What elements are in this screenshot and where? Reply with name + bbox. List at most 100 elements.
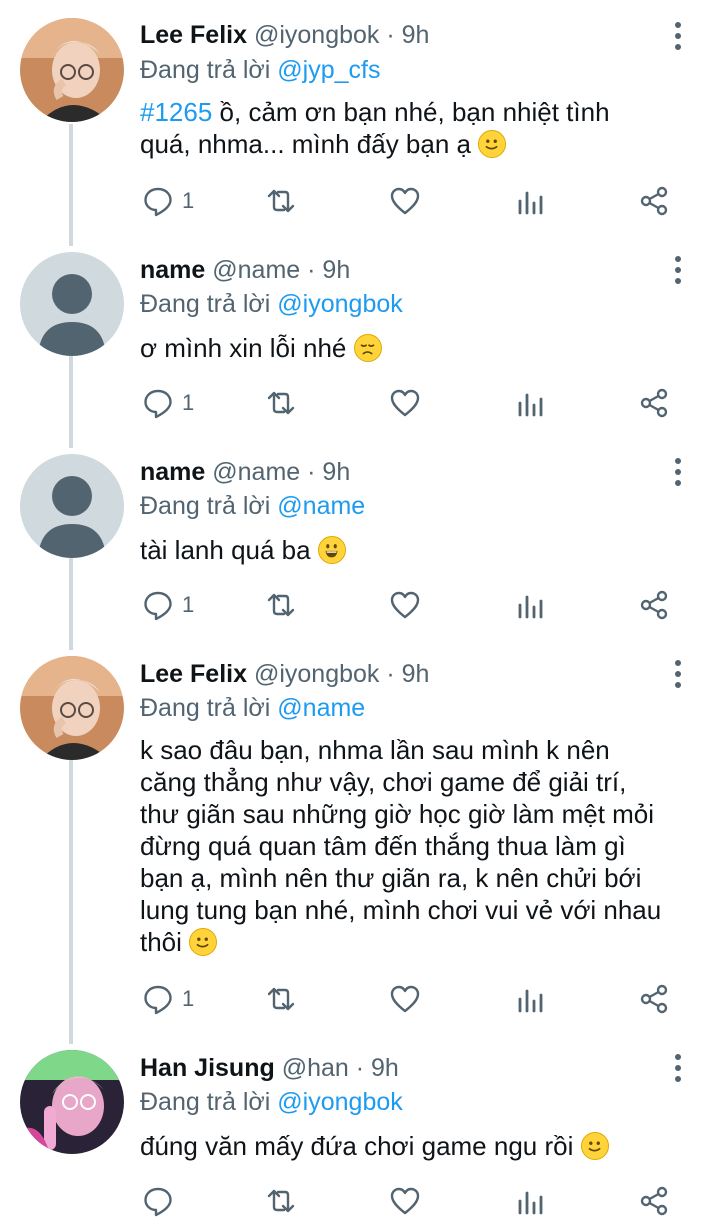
more-options-icon[interactable] xyxy=(662,18,694,54)
reply-button[interactable]: 1 xyxy=(142,588,194,622)
reply-button[interactable]: 1 xyxy=(142,982,194,1016)
share-button[interactable] xyxy=(638,588,670,622)
share-button[interactable] xyxy=(638,184,670,218)
timestamp[interactable]: · 9h xyxy=(307,256,350,284)
tweet[interactable]: Lee Felix @iyongbok · 9h Đang trả lời @n… xyxy=(0,650,720,1044)
mention-link[interactable]: @iyongbok xyxy=(277,1088,402,1116)
tweet[interactable]: Lee Felix @iyongbok · 9h Đang trả lời @j… xyxy=(0,0,720,246)
tweet-text-line: bạn ạ, mình nên thư giãn ra, k nên chửi … xyxy=(140,863,642,893)
more-options-icon[interactable] xyxy=(662,656,694,692)
replying-to: Đang trả lời @iyongbok xyxy=(140,289,403,319)
share-icon xyxy=(640,1186,668,1216)
analytics-button[interactable] xyxy=(515,386,547,420)
user-name[interactable]: Han Jisung xyxy=(140,1054,275,1082)
reply-icon xyxy=(144,389,172,419)
replying-to: Đang trả lời @name xyxy=(140,693,365,723)
reply-icon xyxy=(144,591,172,621)
reply-count: 1 xyxy=(182,592,195,617)
heart-icon xyxy=(390,1187,420,1215)
replying-to: Đang trả lời @iyongbok xyxy=(140,1087,403,1117)
timestamp[interactable]: · 9h xyxy=(386,660,429,688)
reply-button[interactable]: 1 xyxy=(142,386,194,420)
mention-link[interactable]: @jyp_cfs xyxy=(277,56,380,84)
analytics-button[interactable] xyxy=(515,588,547,622)
avatar[interactable] xyxy=(20,454,124,558)
user-handle[interactable]: @iyongbok xyxy=(254,21,379,49)
retweet-button[interactable] xyxy=(265,1184,297,1218)
tweet[interactable]: name @name · 9h Đang trả lời @iyongbok ơ… xyxy=(0,246,720,448)
tweet-text-line: thư giãn sau những giờ học giờ làm mệt m… xyxy=(140,799,655,829)
more-options-icon[interactable] xyxy=(662,454,694,490)
user-name[interactable]: Lee Felix xyxy=(140,21,247,49)
share-button[interactable] xyxy=(638,1184,670,1218)
user-handle[interactable]: @iyongbok xyxy=(254,660,379,688)
retweet-button[interactable] xyxy=(265,386,297,420)
analytics-button[interactable] xyxy=(515,1184,547,1218)
reply-count: 1 xyxy=(182,188,195,213)
like-button[interactable] xyxy=(389,1184,421,1218)
user-name[interactable]: name xyxy=(140,458,205,486)
retweet-button[interactable] xyxy=(265,982,297,1016)
reply-button[interactable]: 1 xyxy=(142,184,194,218)
like-button[interactable] xyxy=(389,588,421,622)
replying-to: Đang trả lời @jyp_cfs xyxy=(140,55,380,85)
tweet[interactable]: name @name · 9h Đang trả lời @name tài l… xyxy=(0,448,720,650)
user-name[interactable]: Lee Felix xyxy=(140,660,247,688)
user-handle[interactable]: @han xyxy=(282,1054,349,1082)
retweet-button[interactable] xyxy=(265,588,297,622)
retweet-button[interactable] xyxy=(265,184,297,218)
heart-icon xyxy=(390,187,420,215)
tweet-text: ơ mình xin lỗi nhé xyxy=(140,332,700,364)
like-button[interactable] xyxy=(389,184,421,218)
like-button[interactable] xyxy=(389,982,421,1016)
reply-prefix: Đang trả lời xyxy=(140,1088,271,1116)
action-bar: 1 xyxy=(0,386,720,420)
like-button[interactable] xyxy=(389,386,421,420)
action-bar: 1 xyxy=(0,982,720,1016)
tweet-text: tài lanh quá ba xyxy=(140,534,700,566)
mention-link[interactable]: @name xyxy=(277,694,365,722)
share-icon xyxy=(640,590,668,620)
reply-prefix: Đang trả lời xyxy=(140,290,271,318)
tweet-header: name @name · 9h xyxy=(140,255,350,285)
share-icon xyxy=(640,984,668,1014)
reply-icon xyxy=(144,187,172,217)
tweet-text-content: tài lanh quá ba xyxy=(140,535,311,565)
more-options-icon[interactable] xyxy=(662,252,694,288)
avatar[interactable] xyxy=(20,252,124,356)
avatar[interactable] xyxy=(20,18,124,122)
reply-button[interactable] xyxy=(142,1184,182,1218)
action-bar: 1 xyxy=(0,588,720,622)
hashtag-link[interactable]: #1265 xyxy=(140,97,212,127)
disappointed-face-icon xyxy=(353,334,382,362)
share-button[interactable] xyxy=(638,982,670,1016)
reply-icon xyxy=(144,985,172,1015)
share-icon xyxy=(640,388,668,418)
share-button[interactable] xyxy=(638,386,670,420)
analytics-button[interactable] xyxy=(515,184,547,218)
tweet[interactable]: Han Jisung @han · 9h Đang trả lời @iyong… xyxy=(0,1044,720,1230)
tweet-text-line: #1265 ồ, cảm ơn bạn nhé, bạn nhiệt tình xyxy=(140,96,700,128)
tweet-header: Lee Felix @iyongbok · 9h xyxy=(140,20,429,50)
mention-link[interactable]: @iyongbok xyxy=(277,290,402,318)
timestamp[interactable]: · 9h xyxy=(356,1054,399,1082)
retweet-icon xyxy=(267,189,295,213)
analytics-icon xyxy=(518,191,543,215)
avatar[interactable] xyxy=(20,656,124,760)
reply-prefix: Đang trả lời xyxy=(140,56,271,84)
tweet-text-line: quá, nhma... mình đấy bạn ạ xyxy=(140,128,700,160)
timestamp[interactable]: · 9h xyxy=(307,458,350,486)
more-options-icon[interactable] xyxy=(662,1050,694,1086)
user-name[interactable]: name xyxy=(140,256,205,284)
analytics-button[interactable] xyxy=(515,982,547,1016)
avatar[interactable] xyxy=(20,1050,124,1154)
tweet-text-line: k sao đâu bạn, nhma lần sau mình k nên xyxy=(140,735,610,765)
tweet-header: Lee Felix @iyongbok · 9h xyxy=(140,659,429,689)
user-handle[interactable]: @name xyxy=(212,458,300,486)
analytics-icon xyxy=(518,595,543,619)
retweet-icon xyxy=(267,987,295,1011)
user-handle[interactable]: @name xyxy=(212,256,300,284)
mention-link[interactable]: @name xyxy=(277,492,365,520)
tweet-text-line: ơ mình xin lỗi nhé xyxy=(140,332,700,364)
timestamp[interactable]: · 9h xyxy=(386,21,429,49)
